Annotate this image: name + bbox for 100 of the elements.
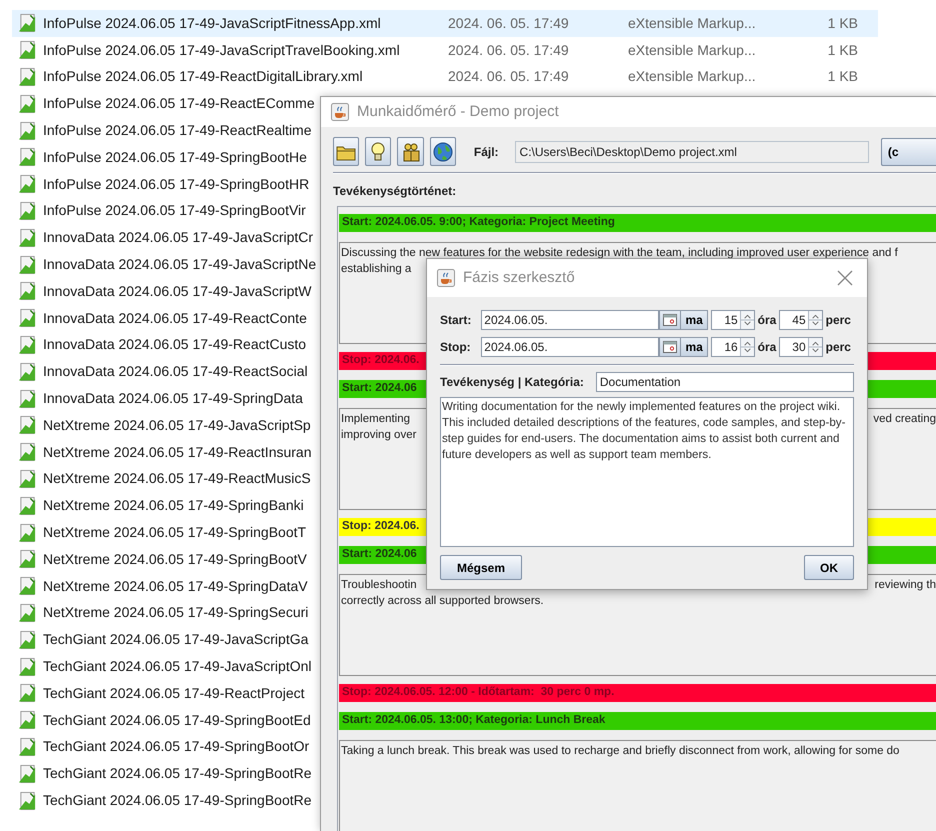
xml-file-icon	[18, 308, 37, 328]
xml-file-icon	[18, 549, 37, 570]
toolbar-button[interactable]	[333, 137, 360, 166]
file-name: InfoPulse 2024.06.05 17-49-ReactEComme	[43, 94, 315, 114]
toolbar-button[interactable]	[397, 137, 424, 166]
xml-file-icon	[18, 40, 37, 60]
file-type: eXtensible Markup...	[628, 67, 757, 86]
file-name: TechGiant 2024.06.05 17-49-SpringBootRe	[43, 764, 312, 784]
file-row[interactable]: NetXtreme 2024.06.05 17-49-ReactInsuran	[12, 438, 314, 466]
file-row[interactable]: InnovaData 2024.06.05 17-49-SpringData	[12, 385, 305, 412]
note-text: Discussing the new features for the website redesign with the team, including improved user experience and f	[341, 246, 898, 261]
time-label: Start:	[440, 312, 472, 329]
file-row[interactable]: TechGiant 2024.06.05 17-49-SpringBootRe	[12, 787, 314, 814]
xml-file-icon	[18, 200, 37, 221]
cancel-button[interactable]: Mégsem	[440, 555, 522, 580]
xml-file-icon	[18, 66, 37, 87]
number-spinner[interactable]: 15	[711, 310, 755, 330]
file-name: TechGiant 2024.06.05 17-49-SpringBootRe	[43, 791, 312, 810]
number-spinner[interactable]: 30	[779, 337, 823, 357]
file-name: NetXtreme 2024.06.05 17-49-ReactInsuran	[43, 442, 312, 462]
file-name: InnovaData 2024.06.05 17-49-ReactSocial	[43, 362, 308, 382]
xml-file-icon	[18, 710, 37, 730]
file-row[interactable]: NetXtreme 2024.06.05 17-49-SpringBootV	[12, 546, 309, 573]
toolbar-button[interactable]	[365, 137, 392, 166]
xml-file-icon	[18, 120, 37, 141]
file-name: InfoPulse 2024.06.05 17-49-SpringBootVir	[43, 201, 306, 220]
file-row[interactable]: InnovaData 2024.06.05 17-49-JavaScriptCr	[12, 224, 316, 252]
xml-file-icon	[18, 147, 37, 168]
file-row[interactable]: InfoPulse 2024.06.05 17-49-ReactEComme	[12, 90, 317, 118]
ok-button[interactable]: OK	[804, 555, 854, 580]
xml-file-icon	[18, 496, 37, 516]
category-field[interactable]: Documentation	[596, 372, 854, 392]
file-row[interactable]: NetXtreme 2024.06.05 17-49-SpringDataV	[12, 572, 310, 600]
file-name: InfoPulse 2024.06.05 17-49-SpringBootHR	[43, 174, 310, 194]
file-row[interactable]: NetXtreme 2024.06.05 17-49-SpringBanki	[12, 492, 306, 520]
history-label: Tevékenységtörténet:	[333, 183, 458, 200]
note-text: reviewing th	[874, 578, 936, 593]
file-row[interactable]: TechGiant 2024.06.05 17-49-SpringBootRe	[12, 760, 314, 788]
file-row[interactable]: TechGiant 2024.06.05 17-49-ReactProject	[12, 680, 306, 707]
file-row[interactable]: NetXtreme 2024.06.05 17-49-SpringSecuri	[12, 600, 310, 626]
history-bar: Stop: 2024.06.05. 12:00 - Időtartam: 30 perc 0 mp.	[339, 684, 936, 702]
xml-file-icon	[18, 94, 37, 114]
file-row[interactable]: NetXtreme 2024.06.05 17-49-SpringBootT	[12, 519, 308, 546]
file-row[interactable]: InnovaData 2024.06.05 17-49-JavaScriptW	[12, 278, 314, 305]
xml-file-icon	[18, 764, 37, 784]
calendar-button[interactable]	[659, 310, 681, 330]
file-name: NetXtreme 2024.06.05 17-49-ReactMusicS	[43, 469, 311, 488]
file-row[interactable]: TechGiant 2024.06.05 17-49-JavaScriptGa	[12, 626, 310, 654]
calendar-button[interactable]	[659, 337, 681, 357]
file-row[interactable]: TechGiant 2024.06.05 17-49-SpringBootOr	[12, 734, 312, 760]
file-row[interactable]: InfoPulse 2024.06.05 17-49-SpringBootHR	[12, 170, 312, 198]
spinner-arrows-icon	[808, 311, 822, 329]
file-name: InfoPulse 2024.06.05 17-49-JavaScriptTravelBooking.xml	[43, 40, 401, 60]
java-cup-icon	[331, 103, 349, 121]
xml-file-icon	[18, 442, 37, 462]
file-name: InnovaData 2024.06.05 17-49-SpringData	[43, 389, 303, 408]
file-row[interactable]: InfoPulse 2024.06.05 17-49-SpringBootVir	[12, 198, 308, 224]
file-path-field[interactable]: C:\Users\Beci\Desktop\Demo project.xml	[514, 140, 869, 162]
file-type: eXtensible Markup...	[628, 40, 757, 60]
xml-file-icon	[18, 388, 37, 409]
file-name: NetXtreme 2024.06.05 17-49-SpringDataV	[43, 576, 308, 596]
xml-file-icon	[18, 468, 37, 489]
calendar-icon	[663, 341, 678, 353]
file-row[interactable]: TechGiant 2024.06.05 17-49-SpringBootEd	[12, 706, 313, 734]
note-text: Troubleshootin	[341, 578, 417, 593]
file-row[interactable]: NetXtreme 2024.06.05 17-49-JavaScriptSp	[12, 412, 313, 439]
number-spinner[interactable]: 16	[711, 337, 755, 357]
file-row[interactable]: InfoPulse 2024.06.05 17-49-JavaScriptFitnessApp.xml 2024. 06. 05. 17:49 eXtensible Markup... 1 KB	[12, 10, 878, 37]
description-area[interactable]: Writing documentation for the newly implemented features on the project wiki. This included detailed descriptions of the features, code samples, and step-by-step guides for end-users. The documentation aims to assist both current and future developers as well as support team members.	[440, 397, 854, 547]
file-name: TechGiant 2024.06.05 17-49-JavaScriptGa	[43, 630, 308, 650]
xml-file-icon	[18, 522, 37, 543]
date-field[interactable]: 2024.06.05.	[481, 310, 660, 330]
note-text: improving over	[341, 428, 416, 443]
date-field[interactable]: 2024.06.05.	[481, 337, 660, 357]
xml-file-icon	[18, 683, 37, 704]
file-row[interactable]: InfoPulse 2024.06.05 17-49-ReactDigitalLibrary.xml 2024. 06. 05. 17:49 eXtensible Markup... 1 KB	[12, 64, 878, 90]
file-size: 1 KB	[826, 67, 858, 86]
today-button[interactable]: ma	[680, 337, 708, 357]
number-spinner[interactable]: 45	[779, 310, 823, 330]
file-row[interactable]: TechGiant 2024.06.05 17-49-JavaScriptOnl	[12, 653, 314, 680]
file-row[interactable]: InnovaData 2024.06.05 17-49-JavaScriptNe	[12, 251, 318, 278]
file-row[interactable]: InnovaData 2024.06.05 17-49-ReactConte	[12, 304, 309, 332]
file-row[interactable]: InnovaData 2024.06.05 17-49-ReactSocial	[12, 358, 310, 386]
file-row[interactable]: NetXtreme 2024.06.05 17-49-ReactMusicS	[12, 466, 313, 492]
file-type: eXtensible Markup...	[628, 14, 757, 33]
file-name: InnovaData 2024.06.05 17-49-ReactCusto	[43, 335, 306, 354]
close-icon[interactable]	[837, 270, 853, 286]
file-name: NetXtreme 2024.06.05 17-49-SpringBootV	[43, 550, 307, 569]
toolbar-button[interactable]	[430, 137, 456, 166]
today-button[interactable]: ma	[680, 310, 708, 330]
file-date: 2024. 06. 05. 17:49	[448, 14, 570, 33]
xml-file-icon	[18, 415, 37, 436]
file-row[interactable]: InfoPulse 2024.06.05 17-49-SpringBootHe	[12, 144, 309, 171]
file-name: NetXtreme 2024.06.05 17-49-SpringBanki	[43, 496, 304, 516]
java-cup-icon	[437, 269, 455, 287]
globe-icon	[432, 140, 454, 162]
file-row[interactable]: InnovaData 2024.06.05 17-49-ReactCusto	[12, 332, 308, 358]
toolbar-button[interactable]: (c	[880, 138, 936, 166]
file-row[interactable]: InfoPulse 2024.06.05 17-49-ReactRealtime	[12, 117, 314, 144]
file-row[interactable]: InfoPulse 2024.06.05 17-49-JavaScriptTravelBooking.xml 2024. 06. 05. 17:49 eXtensible Markup... 1 KB	[12, 36, 878, 64]
